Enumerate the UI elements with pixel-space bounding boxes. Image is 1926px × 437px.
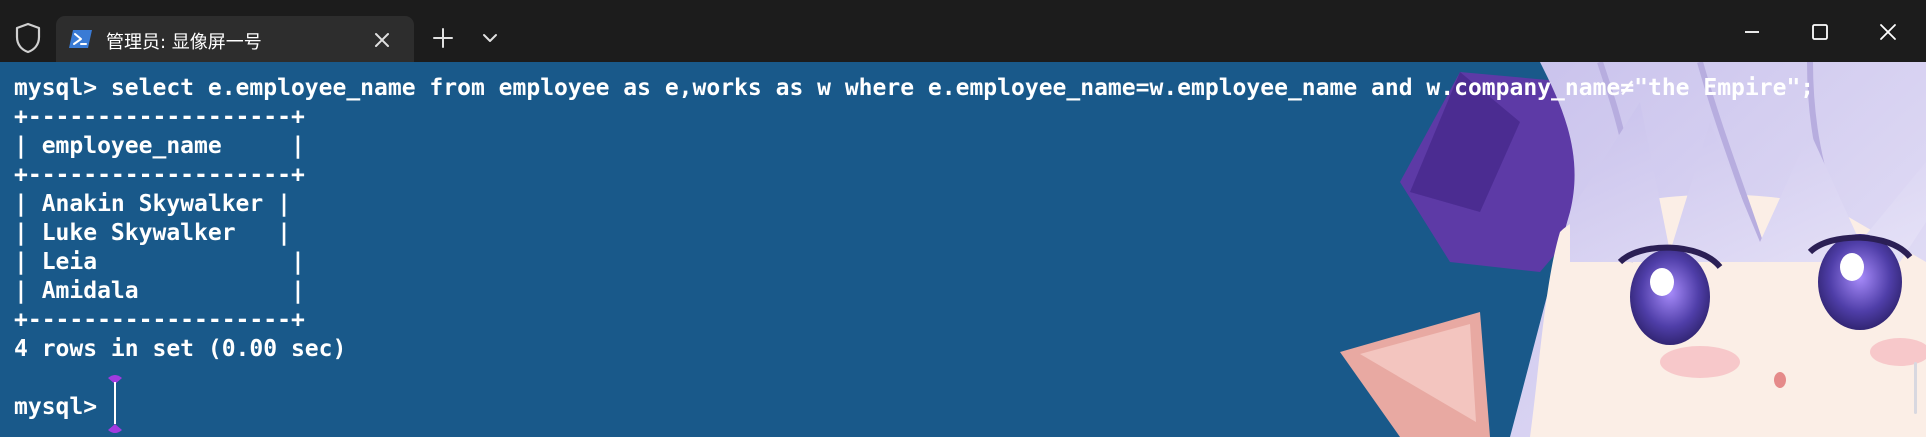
table-row: | Anakin Skywalker | xyxy=(14,191,291,217)
tab-title: 管理员: 显像屏一号 xyxy=(106,32,262,53)
chevron-down-icon[interactable] xyxy=(480,28,500,48)
maximize-icon[interactable] xyxy=(1806,18,1834,46)
powershell-icon xyxy=(69,30,92,48)
table-header: | employee_name | xyxy=(14,133,305,159)
close-icon[interactable] xyxy=(370,28,394,52)
table-border: +-------------------+ xyxy=(14,162,305,188)
close-icon[interactable] xyxy=(1874,18,1902,46)
minimize-icon[interactable] xyxy=(1738,18,1766,46)
table-row: | Luke Skywalker | xyxy=(14,220,291,246)
terminal-pane[interactable]: mysql> select e.employee_name from emplo… xyxy=(0,62,1926,437)
terminal-line: mysql> select e.employee_name from emplo… xyxy=(14,75,1815,101)
shield-icon xyxy=(15,22,41,54)
result-summary: 4 rows in set (0.00 sec) xyxy=(14,336,347,362)
table-border: +-------------------+ xyxy=(14,104,305,130)
text-cursor-icon xyxy=(108,375,122,433)
table-row: | Amidala | xyxy=(14,278,305,304)
title-bar: 管理员: 显像屏一号 xyxy=(0,0,1926,62)
tab-admin-terminal[interactable]: 管理员: 显像屏一号 xyxy=(56,16,414,62)
prompt-line: mysql> xyxy=(14,394,111,420)
table-border: +-------------------+ xyxy=(14,307,305,333)
scrollbar[interactable] xyxy=(1914,362,1917,414)
plus-icon[interactable] xyxy=(430,25,456,51)
table-row: | Leia | xyxy=(14,249,305,275)
terminal-output[interactable]: mysql> select e.employee_name from emplo… xyxy=(14,74,1814,422)
